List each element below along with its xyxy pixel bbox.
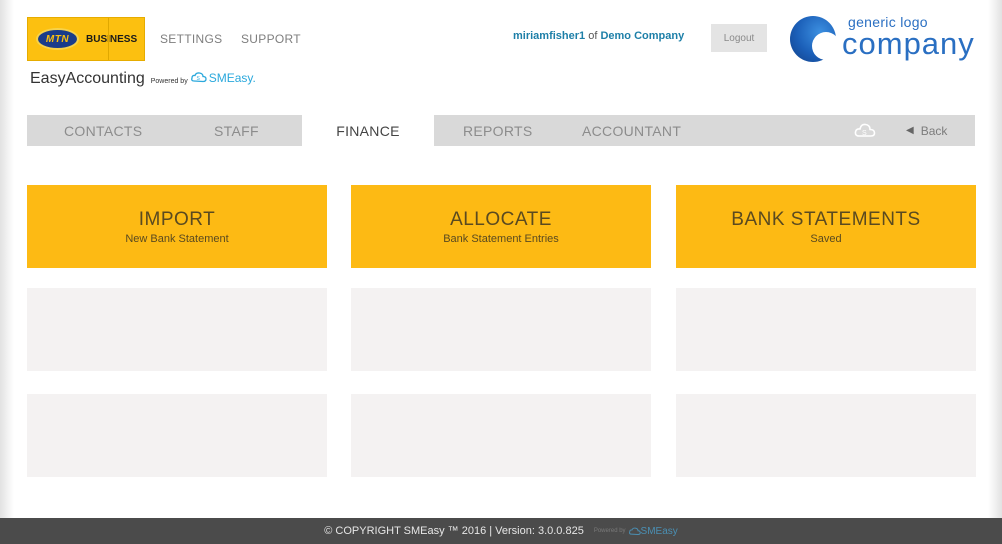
nav-reports[interactable]: REPORTS	[463, 115, 533, 146]
back-arrow-icon: ◀	[906, 125, 914, 136]
footer-powered-by: Powered by	[593, 528, 626, 534]
footer-smeasy-brand: SMEasy	[628, 525, 678, 537]
powered-by-label: Powered by	[150, 78, 188, 85]
logo-circle-cutout	[812, 32, 840, 60]
smeasy-brand: S SMEasy.	[190, 70, 256, 85]
nav-finance-active[interactable]: FINANCE	[302, 115, 434, 146]
empty-tile	[676, 394, 976, 477]
copyright-text: © COPYRIGHT SMEasy ™ 2016 | Version: 3.0…	[324, 525, 584, 537]
main-nav: CONTACTS STAFF FINANCE REPORTS ACCOUNTAN…	[27, 115, 975, 146]
tile-subtitle: Bank Statement Entries	[443, 232, 559, 245]
smeasy-logo-icon	[628, 527, 641, 535]
company-name: Demo Company	[600, 30, 685, 42]
left-shadow	[0, 0, 14, 518]
smeasy-logo-icon: S	[190, 72, 207, 83]
empty-tile	[676, 288, 976, 371]
back-label: Back	[920, 123, 948, 138]
nav-staff[interactable]: STAFF	[214, 115, 259, 146]
svg-text:S: S	[862, 130, 867, 137]
smeasy-text: SMEasy.	[208, 70, 256, 85]
bank-statements-tile[interactable]: BANK STATEMENTS Saved	[676, 185, 976, 268]
app-brand: EasyAccounting Powered by S SMEasy.	[30, 70, 256, 88]
empty-tile	[351, 288, 651, 371]
company-logo: generic logo company	[790, 12, 980, 64]
footer-smeasy-text: SMEasy	[640, 525, 678, 537]
tile-title: IMPORT	[138, 208, 216, 230]
settings-link[interactable]: SETTINGS	[160, 32, 222, 46]
business-label: BUSINESS	[86, 33, 138, 45]
empty-tile	[351, 394, 651, 477]
empty-tile	[27, 394, 327, 477]
empty-tile	[27, 288, 327, 371]
logout-button[interactable]: Logout	[711, 24, 767, 52]
app-name: EasyAccounting	[30, 70, 145, 87]
tile-subtitle: New Bank Statement	[125, 232, 229, 245]
mtn-oval-logo: MTN	[36, 28, 79, 50]
right-shadow	[988, 0, 1002, 518]
username: miriamfisher1	[513, 30, 586, 42]
tile-title: BANK STATEMENTS	[731, 208, 921, 230]
footer: © COPYRIGHT SMEasy ™ 2016 | Version: 3.0…	[0, 518, 1002, 544]
tile-title: ALLOCATE	[450, 208, 552, 230]
support-link[interactable]: SUPPORT	[241, 32, 301, 46]
allocate-tile[interactable]: ALLOCATE Bank Statement Entries	[351, 185, 651, 268]
nav-contacts[interactable]: CONTACTS	[64, 115, 142, 146]
import-tile[interactable]: IMPORT New Bank Statement	[27, 185, 327, 268]
back-button[interactable]: ◀ Back	[906, 115, 947, 146]
logo-big-text: company	[842, 26, 975, 61]
logo-divider	[108, 18, 109, 60]
current-user: miriamfisher1 of Demo Company	[513, 30, 684, 42]
cloud-icon[interactable]: S	[854, 121, 876, 139]
tile-subtitle: Saved	[810, 232, 842, 245]
of-label: of	[588, 30, 598, 42]
nav-accountant[interactable]: ACCOUNTANT	[582, 115, 681, 146]
mtn-business-logo[interactable]: MTN BUSINESS	[27, 17, 145, 61]
